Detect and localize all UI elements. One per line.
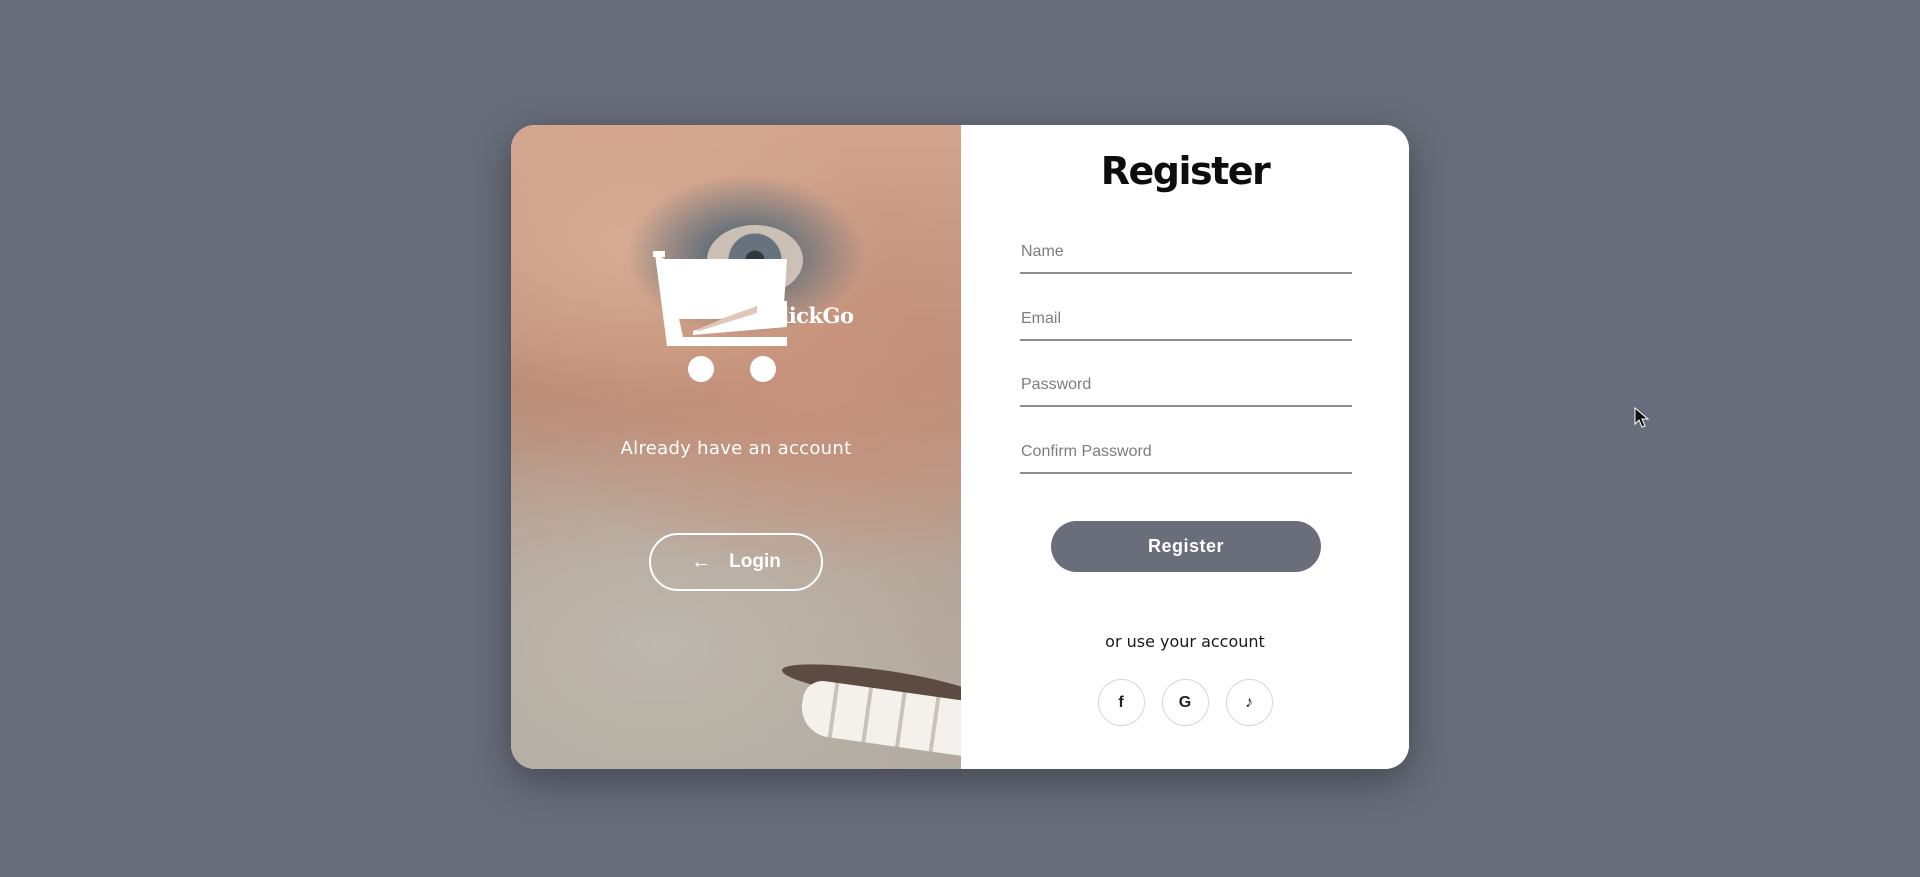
google-login-button[interactable]: G xyxy=(1161,679,1209,726)
login-button-label: Login xyxy=(729,551,781,572)
email-field[interactable] xyxy=(1020,299,1352,341)
auth-card: ClickGo Already have an account ← Login … xyxy=(511,125,1409,769)
tiktok-login-button[interactable]: ♪ xyxy=(1225,679,1273,726)
register-button[interactable]: Register xyxy=(1051,521,1321,572)
tiktok-icon: ♪ xyxy=(1245,693,1253,711)
already-have-account-text: Already have an account xyxy=(620,438,852,459)
social-login-group: f G ♪ xyxy=(961,679,1409,726)
alt-login-text: or use your account xyxy=(1105,632,1265,651)
clickgo-logo: ClickGo xyxy=(647,251,854,391)
login-button[interactable]: ← Login xyxy=(649,533,823,591)
password-field[interactable] xyxy=(1020,365,1352,407)
google-icon: G xyxy=(1178,693,1192,711)
arrow-left-icon: ← xyxy=(691,551,712,573)
name-field[interactable] xyxy=(1020,232,1352,274)
facebook-icon: f xyxy=(1118,693,1124,711)
mouse-cursor-icon xyxy=(1634,407,1650,428)
login-side-panel: ClickGo Already have an account ← Login xyxy=(511,125,961,769)
register-panel: Register Register or use your account f … xyxy=(961,125,1409,769)
logo-brand-name: ClickGo xyxy=(765,303,854,328)
confirm-password-field[interactable] xyxy=(1020,432,1352,474)
facebook-login-button[interactable]: f xyxy=(1097,679,1145,726)
page-title: Register xyxy=(1100,149,1271,193)
